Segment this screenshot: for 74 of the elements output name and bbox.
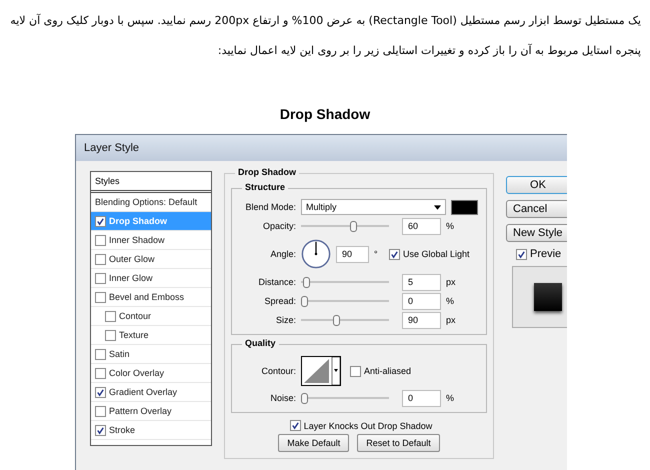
checkbox[interactable] — [516, 248, 527, 260]
button[interactable]: New Style — [506, 224, 567, 242]
list-item[interactable]: Inner Glow — [91, 269, 211, 288]
list-item[interactable]: Satin — [91, 345, 211, 364]
unit-label: ° — [374, 249, 379, 259]
checkbox-label: Layer Knocks Out Drop Shadow — [304, 420, 432, 430]
checkbox[interactable] — [95, 348, 106, 360]
section-title: Drop Shadow — [235, 167, 299, 177]
unit-label: % — [446, 393, 456, 403]
slider-thumb[interactable] — [303, 276, 310, 288]
paragraph: یک مستطیل توسط ابزار رسم مستطیل (Rectangle Tool) به عرض 100% و ارتفاع 200px رسم نمایید. سپس با دوبار کلیک روی آن لایه پنجره استایل مربوط به آن را باز کرده و تغییرات استایلی زیر را بر روی این لایه اعمال نمایید: — [9, 12, 641, 59]
number-field[interactable]: 0 — [402, 292, 441, 310]
field-label: Noise: — [269, 393, 296, 403]
button[interactable]: Reset to Default — [357, 434, 440, 452]
number-field[interactable]: 90 — [336, 246, 369, 262]
field-label: Contour: — [260, 366, 296, 376]
heading: Drop Shadow — [280, 106, 370, 122]
button[interactable]: OK — [506, 176, 567, 194]
checkbox[interactable] — [95, 254, 106, 264]
checkbox[interactable] — [290, 420, 301, 431]
list-header: Styles — [91, 172, 211, 193]
checkbox-label: Previe — [530, 248, 562, 260]
field-label: Blend Mode: — [244, 202, 296, 212]
list-item[interactable]: Gradient Overlay — [91, 383, 211, 402]
checkbox[interactable] — [105, 310, 116, 322]
list-item[interactable]: Pattern Overlay — [91, 402, 211, 421]
unit-label: px — [446, 277, 456, 287]
checkbox[interactable] — [95, 424, 106, 436]
checkbox[interactable] — [95, 234, 106, 246]
color-swatch[interactable] — [450, 200, 478, 214]
checkbox[interactable] — [95, 292, 106, 302]
unit-label: % — [446, 296, 456, 306]
slider-thumb[interactable] — [301, 392, 308, 404]
angle-dial[interactable] — [301, 239, 331, 269]
field-label: Opacity: — [262, 221, 296, 231]
section-title: Structure — [242, 182, 288, 192]
checkbox-label: Use Global Light — [403, 249, 470, 259]
slider-thumb[interactable] — [350, 220, 357, 232]
field-label: Angle: — [269, 249, 296, 259]
blend-mode-dropdown[interactable]: Multiply — [301, 199, 446, 215]
checkbox[interactable] — [350, 366, 361, 376]
list-item[interactable]: Stroke — [91, 421, 211, 440]
list-item[interactable]: Bevel and Emboss — [91, 288, 211, 307]
slider-thumb[interactable] — [301, 296, 308, 306]
list-item[interactable]: Contour — [91, 307, 211, 326]
checkbox-label: Anti-aliased — [364, 366, 412, 376]
checkbox[interactable] — [95, 272, 106, 284]
checkbox[interactable] — [95, 368, 106, 378]
number-field[interactable]: 0 — [402, 390, 441, 406]
field-label: Distance: — [257, 277, 296, 287]
list-item[interactable]: Texture — [91, 326, 211, 345]
contour-picker[interactable] — [301, 356, 341, 386]
list-item[interactable]: Inner Shadow — [91, 231, 211, 250]
checkbox[interactable] — [95, 406, 106, 416]
checkbox[interactable] — [105, 330, 116, 340]
list-item[interactable]: Color Overlay — [91, 364, 211, 383]
number-field[interactable]: 90 — [402, 312, 441, 328]
slider-thumb[interactable] — [333, 314, 340, 326]
checkbox[interactable] — [95, 216, 106, 226]
window-title: Layer Style — [76, 135, 567, 161]
number-field[interactable]: 60 — [402, 218, 441, 234]
caret-icon — [434, 204, 441, 210]
number-field[interactable]: 5 — [402, 274, 441, 290]
field-label: Spread: — [263, 296, 296, 306]
button[interactable]: Cancel — [506, 200, 567, 218]
preview-swatch — [534, 283, 562, 311]
checkbox[interactable] — [95, 386, 106, 398]
list-item[interactable]: Outer Glow — [91, 250, 211, 269]
unit-label: px — [446, 315, 456, 325]
section-title: Quality — [242, 338, 279, 348]
field-label: Size: — [274, 315, 296, 325]
checkbox[interactable] — [389, 248, 400, 260]
button[interactable]: Make Default — [278, 434, 350, 452]
unit-label: % — [446, 221, 456, 231]
